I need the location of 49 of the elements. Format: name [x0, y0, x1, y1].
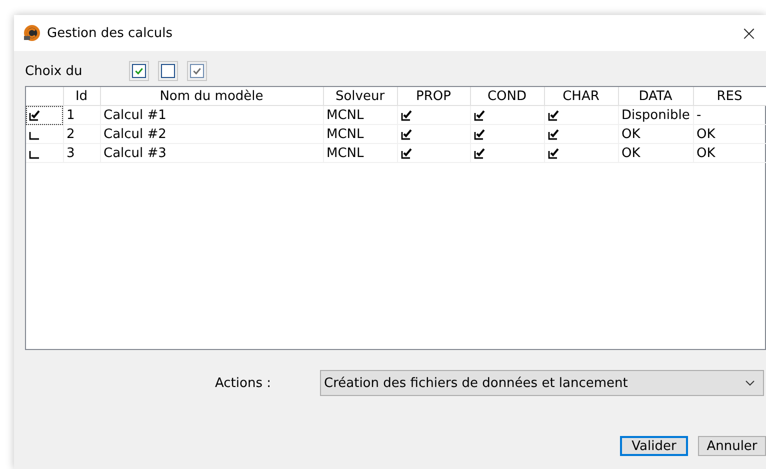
table-cell: OK — [696, 146, 716, 160]
table-cell: MCNL — [326, 126, 364, 142]
cell-checkbox[interactable] — [548, 128, 560, 140]
table-cell: 2 — [66, 126, 75, 142]
cell-checkbox[interactable] — [400, 109, 412, 121]
table-cell: Calcul #1 — [104, 108, 166, 122]
app-logo-icon — [23, 24, 41, 42]
chevron-down-icon — [745, 380, 755, 386]
row-checkbox-cell[interactable] — [26, 106, 63, 124]
dialog-button[interactable]: Valider — [620, 436, 688, 456]
cell-checkbox[interactable] — [474, 109, 486, 121]
table-cell: MCNL — [326, 146, 364, 160]
filter-checkbox[interactable] — [161, 64, 175, 78]
cell-checkbox[interactable] — [400, 147, 412, 159]
table-cell: Calcul #3 — [104, 146, 166, 160]
table-cell: Disponible — [622, 108, 690, 122]
table-cell: OK — [622, 146, 640, 160]
close-button[interactable]: × — [734, 21, 764, 45]
row-checkbox-cell[interactable] — [26, 124, 63, 144]
cell-checkbox[interactable] — [400, 128, 412, 140]
table-cell: MCNL — [326, 108, 364, 122]
cell-checkbox[interactable] — [548, 109, 560, 121]
table-cell: OK — [622, 126, 640, 142]
actions-dropdown[interactable]: Création des fichiers de données et lancement — [320, 370, 764, 396]
column-header[interactable]: Id — [63, 87, 100, 106]
table-cell: OK — [696, 126, 716, 142]
table-cell: - — [696, 108, 702, 122]
filter-checkbox[interactable] — [132, 64, 146, 78]
column-header[interactable]: PROP — [397, 87, 470, 106]
check-icon — [192, 66, 202, 76]
cell-checkbox[interactable] — [548, 147, 560, 159]
column-header[interactable]: Nom du modèle — [100, 87, 323, 106]
table-cell: 3 — [66, 146, 75, 160]
check-icon — [134, 66, 144, 76]
column-header[interactable]: RES — [693, 87, 766, 106]
choice-label: Choix du — [25, 64, 84, 78]
table-cell: Calcul #2 — [104, 126, 166, 142]
dialog-button[interactable]: Annuler — [698, 436, 766, 456]
row-checkbox-cell[interactable] — [26, 144, 63, 162]
row-checkbox-icon — [29, 109, 41, 121]
column-header[interactable]: COND — [470, 87, 544, 106]
cell-checkbox[interactable] — [474, 147, 486, 159]
actions-label: Actions : — [215, 376, 272, 390]
column-header[interactable]: Solveur — [323, 87, 397, 106]
table-cell: 1 — [66, 108, 75, 122]
cell-checkbox[interactable] — [474, 128, 486, 140]
column-header[interactable]: CHAR — [544, 87, 618, 106]
window-title: Gestion des calculs — [47, 26, 174, 40]
column-header[interactable]: DATA — [618, 87, 693, 106]
